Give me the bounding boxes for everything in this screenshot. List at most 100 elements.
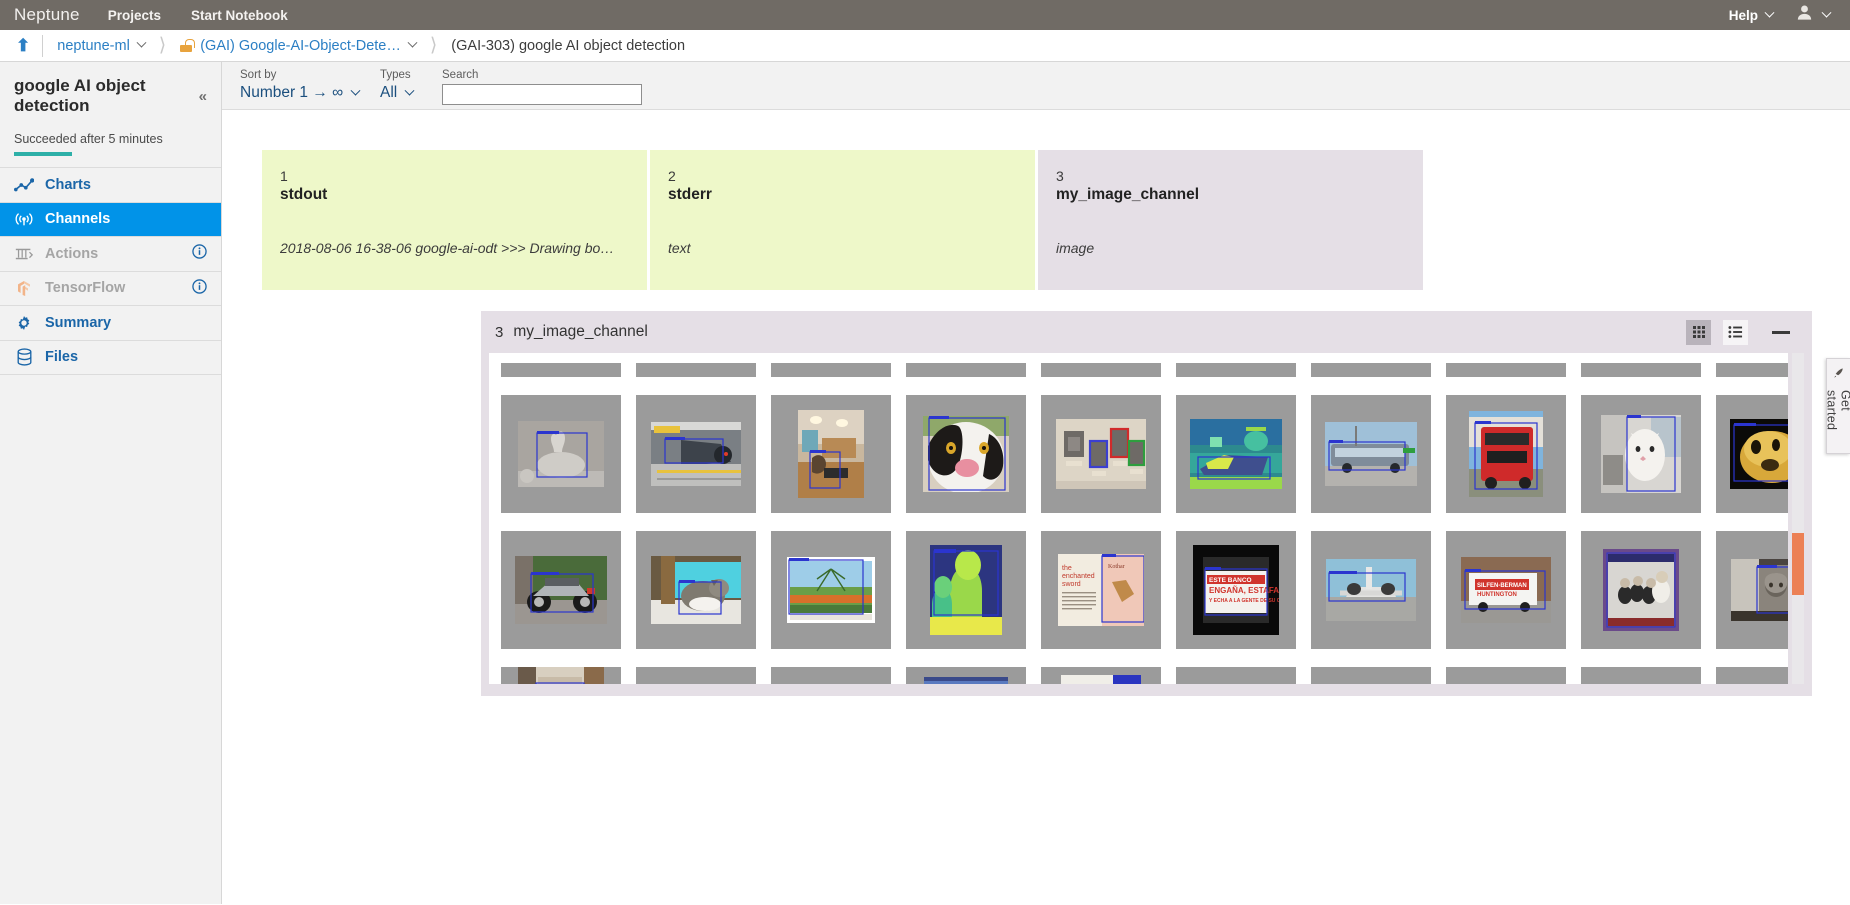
list-item[interactable] — [771, 363, 891, 377]
list-item[interactable]: the enchanted sword Kothar — [1041, 531, 1161, 649]
gallery-thumbnail-scroll-area[interactable]: the enchanted sword Kothar ESTE BANCO ENGAÑA… — [489, 353, 1788, 684]
sidebar-item-label: Channels — [45, 211, 111, 228]
channel-card[interactable]: 1 stdout 2018-08-06 16-38-06 google-ai-o… — [262, 150, 647, 290]
list-item[interactable] — [771, 395, 891, 513]
page-body: google AI object detection « Succeeded a… — [0, 62, 1850, 904]
list-item[interactable] — [906, 531, 1026, 649]
channel-name: stderr — [668, 186, 712, 203]
list-item[interactable] — [1446, 667, 1566, 684]
main-content: Sort by Number 1 → ∞ Types All Search 1 … — [222, 62, 1850, 904]
list-item[interactable] — [1176, 363, 1296, 377]
channel-preview: text — [668, 240, 691, 256]
breadcrumb: ⬆ neptune-ml ⟩ (GAI) Google-AI-Object-De… — [0, 30, 1850, 62]
chevron-down-icon — [350, 85, 361, 96]
list-item[interactable] — [501, 531, 621, 649]
list-item[interactable] — [636, 363, 756, 377]
gallery-channel-title: my_image_channel — [513, 323, 648, 340]
breadcrumb-separator: ⟩ — [429, 35, 438, 56]
sidebar-item-summary[interactable]: Summary — [0, 306, 221, 341]
user-avatar-icon — [1795, 3, 1814, 27]
collapse-chevrons-icon[interactable]: « — [199, 88, 207, 105]
list-item[interactable] — [1581, 531, 1701, 649]
list-item[interactable] — [1716, 667, 1788, 684]
sidebar-item-channels[interactable]: Channels — [0, 202, 221, 237]
list-item[interactable] — [1716, 531, 1788, 649]
sidebar-item-files[interactable]: Files — [0, 341, 221, 375]
list-item[interactable] — [1176, 667, 1296, 684]
sort-by-select[interactable]: Number 1 → ∞ — [240, 84, 380, 102]
breadcrumb-label: (GAI) Google-AI-Object-Dete… — [200, 37, 401, 54]
list-item[interactable] — [1041, 667, 1161, 684]
list-item[interactable] — [1311, 395, 1431, 513]
list-item[interactable] — [1041, 395, 1161, 513]
list-item[interactable] — [501, 363, 621, 377]
minimize-icon[interactable] — [1772, 330, 1790, 334]
get-started-tab[interactable]: Get started — [1824, 358, 1850, 454]
filter-toolbar: Sort by Number 1 → ∞ Types All Search — [222, 62, 1850, 110]
list-item[interactable] — [1581, 395, 1701, 513]
list-item[interactable]: SILFEN-BERMAN HUNTINGTON — [1446, 531, 1566, 649]
channel-number: 2 — [668, 168, 676, 184]
user-menu[interactable] — [1795, 3, 1832, 27]
list-item[interactable] — [1041, 363, 1161, 377]
list-item[interactable] — [1581, 667, 1701, 684]
scrollbar-thumb[interactable] — [1792, 533, 1804, 595]
list-item[interactable] — [1311, 531, 1431, 649]
channel-card[interactable]: 3 my_image_channel image — [1038, 150, 1423, 290]
chevron-down-icon — [136, 37, 147, 48]
breadcrumb-item-project[interactable]: (GAI) Google-AI-Object-Dete… — [180, 37, 418, 54]
gallery-vertical-scrollbar[interactable] — [1792, 353, 1804, 684]
status-progress-bar — [14, 152, 72, 156]
channels-content: 1 stdout 2018-08-06 16-38-06 google-ai-o… — [222, 110, 1850, 904]
nav-start-notebook[interactable]: Start Notebook — [191, 8, 288, 23]
search-input[interactable] — [442, 84, 642, 105]
sidebar-item-charts[interactable]: Charts — [0, 168, 221, 203]
list-item[interactable] — [501, 395, 621, 513]
grid-view-icon[interactable] — [1686, 319, 1711, 345]
app-logo[interactable]: Neptune — [14, 5, 80, 25]
breadcrumb-item-project-group[interactable]: neptune-ml — [57, 37, 147, 54]
list-item[interactable] — [1311, 363, 1431, 377]
list-item[interactable] — [636, 531, 756, 649]
svg-text:ESTE BANCO: ESTE BANCO — [1209, 577, 1252, 584]
channel-card-list: 1 stdout 2018-08-06 16-38-06 google-ai-o… — [222, 150, 1850, 290]
svg-text:sword: sword — [1062, 581, 1081, 588]
nav-projects[interactable]: Projects — [108, 8, 161, 23]
list-item[interactable] — [906, 395, 1026, 513]
list-item[interactable] — [636, 667, 756, 684]
list-item[interactable] — [1716, 363, 1788, 377]
list-item[interactable] — [1446, 395, 1566, 513]
help-menu[interactable]: Help — [1729, 7, 1775, 23]
sidebar-item-tensorflow[interactable]: TensorFlow — [0, 272, 221, 306]
sidebar-item-label: TensorFlow — [45, 280, 126, 297]
list-item[interactable] — [1716, 395, 1788, 513]
channel-name: stdout — [280, 186, 328, 203]
channel-card[interactable]: 2 stderr text — [650, 150, 1035, 290]
types-value: All — [380, 84, 398, 101]
list-item[interactable] — [771, 667, 891, 684]
sidebar: google AI object detection « Succeeded a… — [0, 62, 222, 904]
list-item[interactable] — [771, 531, 891, 649]
list-item[interactable] — [1446, 363, 1566, 377]
info-icon[interactable] — [192, 244, 207, 263]
up-arrow-icon[interactable]: ⬆ — [12, 36, 42, 56]
topnav-right-group: Help — [1729, 3, 1836, 27]
get-started-label: Get started — [1824, 390, 1850, 431]
list-view-icon[interactable] — [1723, 319, 1748, 345]
list-item[interactable] — [906, 667, 1026, 684]
list-item[interactable] — [1581, 363, 1701, 377]
list-item[interactable] — [906, 363, 1026, 377]
sort-by-value: Number 1 → ∞ — [240, 84, 344, 101]
breadcrumb-item-experiment: (GAI-303) google AI object detection — [451, 38, 685, 54]
svg-text:the: the — [1062, 565, 1072, 572]
search-control: Search — [442, 69, 642, 105]
list-item[interactable] — [1311, 667, 1431, 684]
list-item[interactable] — [501, 667, 621, 684]
types-select[interactable]: All — [380, 84, 442, 102]
sidebar-item-actions[interactable]: Actions — [0, 237, 221, 272]
list-item[interactable]: ESTE BANCO ENGAÑA, ESTAFA Y ECHA A LA GENT… — [1176, 531, 1296, 649]
search-label: Search — [442, 69, 479, 81]
list-item[interactable] — [636, 395, 756, 513]
info-icon[interactable] — [192, 279, 207, 298]
list-item[interactable] — [1176, 395, 1296, 513]
